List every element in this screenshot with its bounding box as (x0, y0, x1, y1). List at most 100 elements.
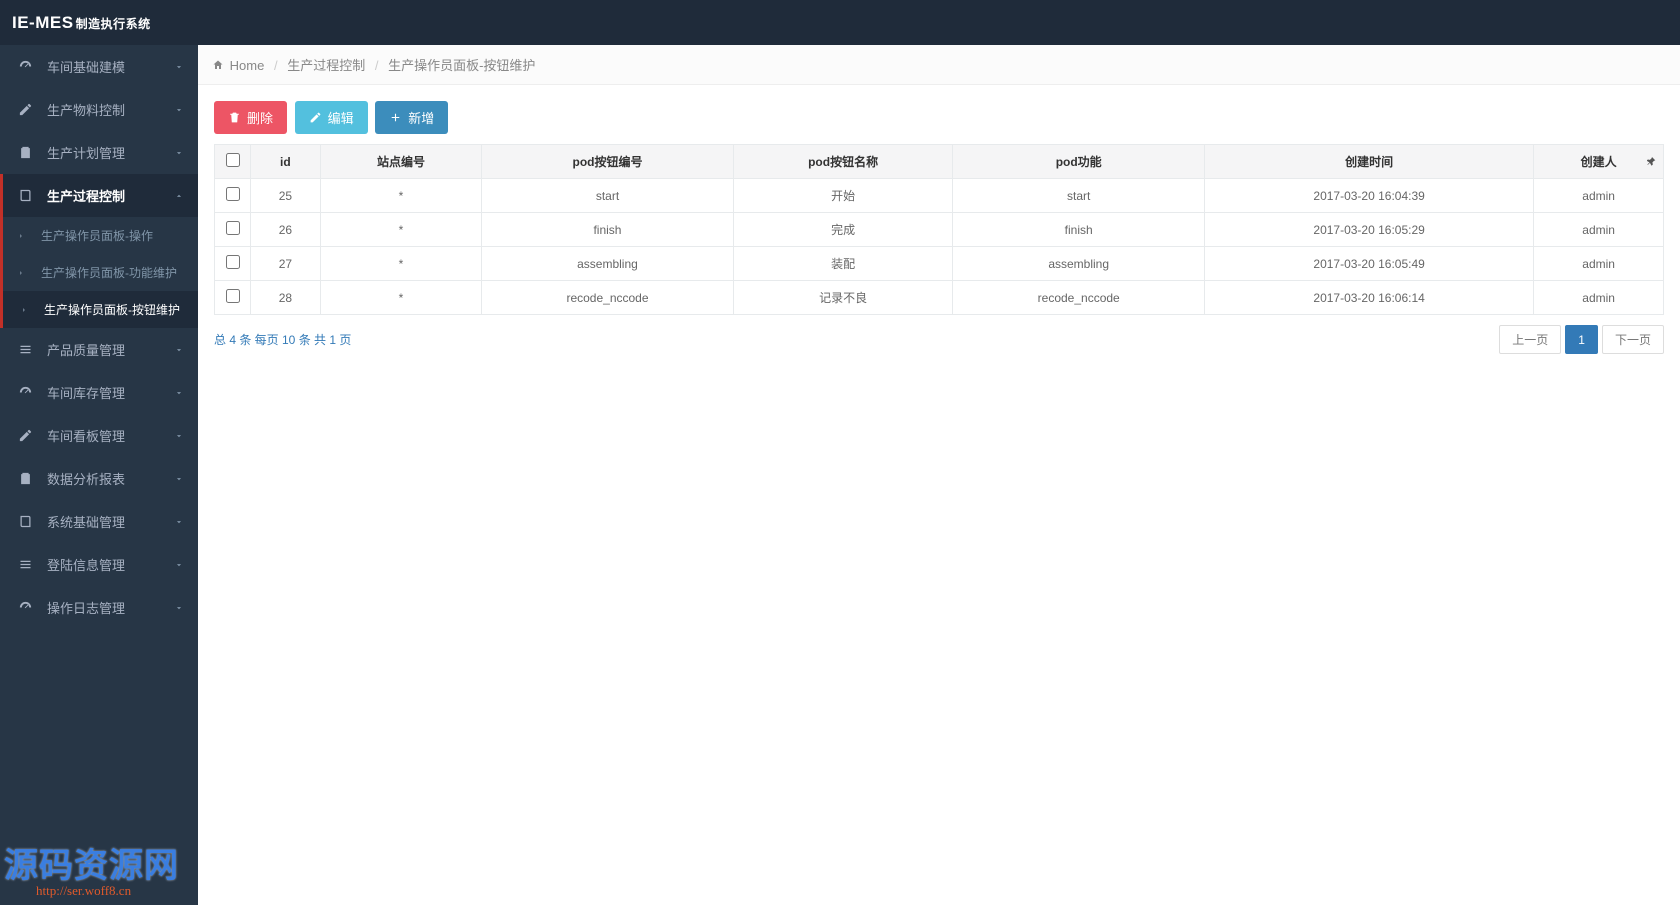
breadcrumb-home[interactable]: Home (230, 58, 265, 73)
sidebar-sublink[interactable]: 生产操作员面板-按钮维护 (6, 291, 198, 328)
col-site[interactable]: 站点编号 (320, 145, 481, 179)
delete-button[interactable]: 删除 (214, 101, 287, 134)
cell-func: recode_nccode (953, 281, 1205, 315)
sidebar-link[interactable]: 车间库存管理 (3, 371, 198, 414)
sidebar-item-9[interactable]: 登陆信息管理 (0, 543, 198, 586)
chevron-right-icon (17, 232, 29, 240)
sidebar-item-label: 车间看板管理 (47, 426, 125, 445)
table-footer: 总 4 条 每页 10 条 共 1 页 上一页 1 下一页 (214, 325, 1664, 354)
sidebar-link[interactable]: 车间基础建模 (3, 45, 198, 88)
cell-id: 26 (251, 213, 321, 247)
cell-id: 27 (251, 247, 321, 281)
sidebar-link[interactable]: 操作日志管理 (3, 586, 198, 629)
cell-btnname: 装配 (733, 247, 953, 281)
row-checkbox[interactable] (226, 289, 240, 303)
col-id[interactable]: id (251, 145, 321, 179)
sidebar-item-label: 登陆信息管理 (47, 555, 125, 574)
page-next[interactable]: 下一页 (1602, 325, 1664, 354)
col-creator[interactable]: 创建人 (1534, 145, 1664, 179)
trash-icon (228, 111, 241, 124)
cell-id: 28 (251, 281, 321, 315)
pin-icon[interactable] (1647, 157, 1657, 167)
sidebar-item-7[interactable]: 数据分析报表 (0, 457, 198, 500)
cell-creator: admin (1534, 179, 1664, 213)
page-prev[interactable]: 上一页 (1499, 325, 1561, 354)
row-checkbox[interactable] (226, 255, 240, 269)
cell-btnname: 记录不良 (733, 281, 953, 315)
sidebar-item-label: 生产过程控制 (47, 186, 125, 205)
sidebar-subitem-label: 生产操作员面板-操作 (41, 227, 153, 244)
sidebar: 车间基础建模生产物料控制生产计划管理生产过程控制生产操作员面板-操作生产操作员面… (0, 45, 198, 905)
sidebar-subitem-3-1[interactable]: 生产操作员面板-功能维护 (3, 254, 198, 291)
sidebar-link[interactable]: 数据分析报表 (3, 457, 198, 500)
table-row[interactable]: 27*assembling装配assembling2017-03-20 16:0… (215, 247, 1664, 281)
plus-icon (389, 111, 402, 124)
cell-site: * (320, 213, 481, 247)
sidebar-link[interactable]: 车间看板管理 (3, 414, 198, 457)
sidebar-item-1[interactable]: 生产物料控制 (0, 88, 198, 131)
breadcrumb-sep: / (274, 58, 278, 73)
pager-summary: 总 4 条 每页 10 条 共 1 页 (214, 331, 351, 348)
sidebar-item-4[interactable]: 产品质量管理 (0, 328, 198, 371)
sidebar-link[interactable]: 产品质量管理 (3, 328, 198, 371)
sidebar-subitem-3-2[interactable]: 生产操作员面板-按钮维护 (0, 291, 198, 328)
add-button[interactable]: 新增 (375, 101, 448, 134)
data-table: id 站点编号 pod按钮编号 pod按钮名称 pod功能 创建时间 创建人 (214, 144, 1664, 315)
cell-creator: admin (1534, 281, 1664, 315)
select-all-checkbox[interactable] (226, 153, 240, 167)
sidebar-item-label: 操作日志管理 (47, 598, 125, 617)
dashboard-icon (17, 385, 33, 401)
sidebar-sublink[interactable]: 生产操作员面板-功能维护 (3, 254, 198, 291)
row-checkbox[interactable] (226, 187, 240, 201)
sidebar-item-8[interactable]: 系统基础管理 (0, 500, 198, 543)
col-btnname[interactable]: pod按钮名称 (733, 145, 953, 179)
add-label: 新增 (408, 108, 434, 127)
cell-func: assembling (953, 247, 1205, 281)
sidebar-link[interactable]: 登陆信息管理 (3, 543, 198, 586)
edit-button[interactable]: 编辑 (295, 101, 368, 134)
sidebar-link[interactable]: 系统基础管理 (3, 500, 198, 543)
sidebar-subitem-label: 生产操作员面板-功能维护 (41, 264, 177, 281)
sidebar-link[interactable]: 生产物料控制 (3, 88, 198, 131)
sidebar-sublink[interactable]: 生产操作员面板-操作 (3, 217, 198, 254)
sidebar-item-3[interactable]: 生产过程控制生产操作员面板-操作生产操作员面板-功能维护生产操作员面板-按钮维护 (0, 174, 198, 328)
sidebar-item-10[interactable]: 操作日志管理 (0, 586, 198, 629)
chevron-down-icon (174, 345, 184, 355)
sidebar-item-6[interactable]: 车间看板管理 (0, 414, 198, 457)
chevron-right-icon (17, 269, 29, 277)
col-btnno[interactable]: pod按钮编号 (482, 145, 734, 179)
sidebar-link[interactable]: 生产过程控制 (3, 174, 198, 217)
chevron-down-icon (174, 517, 184, 527)
sidebar-item-label: 系统基础管理 (47, 512, 125, 531)
sidebar-item-label: 数据分析报表 (47, 469, 125, 488)
cell-btnno: start (482, 179, 734, 213)
row-checkbox[interactable] (226, 221, 240, 235)
table-header-row: id 站点编号 pod按钮编号 pod按钮名称 pod功能 创建时间 创建人 (215, 145, 1664, 179)
edit-icon (17, 428, 33, 444)
sidebar-item-label: 车间基础建模 (47, 57, 125, 76)
breadcrumb-item-0[interactable]: 生产过程控制 (287, 58, 365, 73)
cell-created: 2017-03-20 16:04:39 (1204, 179, 1533, 213)
col-func[interactable]: pod功能 (953, 145, 1205, 179)
sidebar-link[interactable]: 生产计划管理 (3, 131, 198, 174)
top-header: IE-MES制造执行系统 (0, 0, 1680, 45)
col-created[interactable]: 创建时间 (1204, 145, 1533, 179)
book-icon (17, 514, 33, 530)
cell-btnno: finish (482, 213, 734, 247)
sidebar-item-5[interactable]: 车间库存管理 (0, 371, 198, 414)
chevron-down-icon (174, 148, 184, 158)
brand-main: IE-MES (12, 13, 74, 32)
pagination: 上一页 1 下一页 (1499, 325, 1664, 354)
cell-btnno: recode_nccode (482, 281, 734, 315)
table-row[interactable]: 25*start开始start2017-03-20 16:04:39admin (215, 179, 1664, 213)
table-row[interactable]: 28*recode_nccode记录不良recode_nccode2017-03… (215, 281, 1664, 315)
cell-creator: admin (1534, 247, 1664, 281)
sidebar-subitem-3-0[interactable]: 生产操作员面板-操作 (3, 217, 198, 254)
page-1[interactable]: 1 (1565, 325, 1598, 354)
edit-icon (17, 102, 33, 118)
table-row[interactable]: 26*finish完成finish2017-03-20 16:05:29admi… (215, 213, 1664, 247)
sidebar-item-0[interactable]: 车间基础建模 (0, 45, 198, 88)
sidebar-item-2[interactable]: 生产计划管理 (0, 131, 198, 174)
toolbar: 删除 编辑 新增 (214, 101, 1664, 134)
sidebar-item-label: 产品质量管理 (47, 340, 125, 359)
